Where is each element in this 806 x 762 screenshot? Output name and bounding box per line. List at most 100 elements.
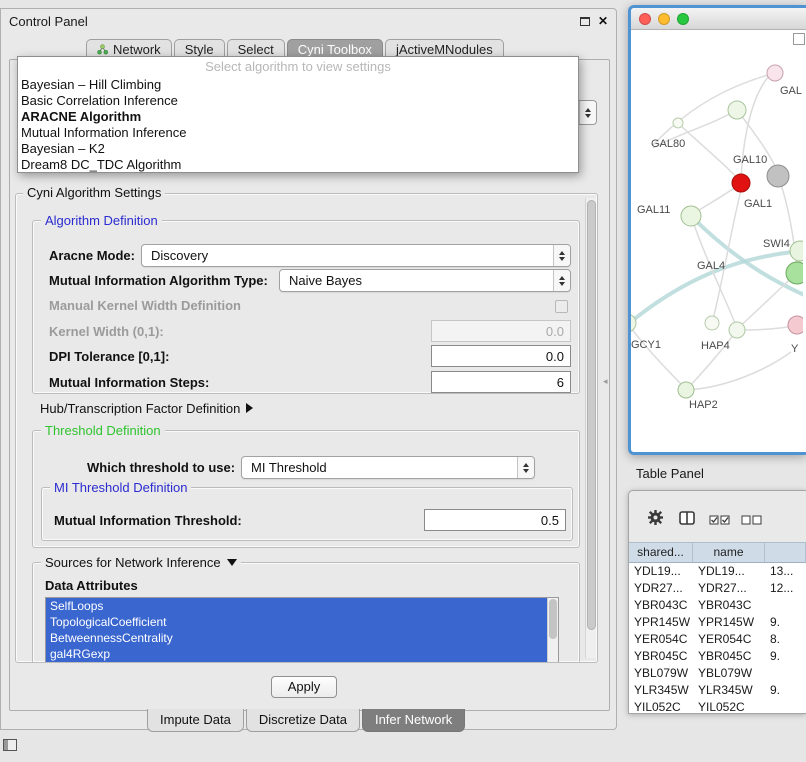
table-row[interactable]: YLR345WYLR345W9. [629,682,806,699]
attribute-list-item[interactable]: gal4RGexp [46,646,547,662]
table-panel-title: Table Panel [636,466,704,481]
bottom-tab-bar: Impute DataDiscretize DataInfer Network [147,709,467,732]
network-node[interactable] [786,262,803,284]
tab-discretize-data[interactable]: Discretize Data [246,709,360,732]
which-threshold-value: MI Threshold [251,460,327,475]
network-node[interactable] [767,65,783,81]
network-node[interactable] [790,241,803,261]
table-cell [765,699,806,714]
combo-stepper-icon [553,245,570,266]
mi-threshold-definition-title: MI Threshold Definition [50,480,191,495]
settings-group-title: Cyni Algorithm Settings [23,185,165,200]
mi-algorithm-type-value: Naive Bayes [289,273,362,288]
attribute-list-item[interactable]: BetweennessCentrality [46,630,547,646]
column-header-shared[interactable]: shared... [629,543,693,562]
hub-factor-section-toggle[interactable]: Hub/Transcription Factor Definition [40,401,253,416]
table-cell [765,665,806,682]
table-row[interactable]: YPR145WYPR145W9. [629,614,806,631]
network-node-label: GAL4 [697,260,725,272]
network-window-titlebar[interactable] [631,8,806,30]
network-view-window: GALGAL80GAL10GAL11GAL1SWI4GAL4GCY1HAP4YH… [628,5,806,455]
control-panel-titlebar[interactable]: Control Panel ✕ [1,9,616,33]
dropdown-item[interactable]: ARACNE Algorithm [18,109,578,125]
kernel-width-label: Kernel Width (0,1): [49,324,164,339]
network-canvas[interactable]: GALGAL80GAL10GAL11GAL1SWI4GAL4GCY1HAP4YH… [631,30,806,452]
network-node-label: GCY1 [631,339,661,351]
kernel-width-field[interactable]: 0.0 [431,320,571,342]
column-chooser-icon[interactable] [679,511,695,528]
dock-panel-icon[interactable] [3,739,17,751]
network-node[interactable] [681,206,701,226]
dropdown-item[interactable]: Mutual Information Inference [18,125,578,141]
data-attributes-label: Data Attributes [45,578,138,593]
overview-toggle-icon[interactable] [793,33,805,45]
mi-threshold-field[interactable]: 0.5 [424,509,566,531]
column-header-extra[interactable] [765,543,806,562]
aracne-mode-label: Aracne Mode: [49,248,135,263]
dropdown-item[interactable]: Bayesian – K2 [18,141,578,157]
network-node[interactable] [673,118,683,128]
attribute-list-item[interactable]: TopologicalCoefficient [46,614,547,630]
table-row[interactable]: YBR043CYBR043C [629,597,806,614]
settings-gear-icon[interactable] [647,509,664,529]
table-row[interactable]: YDL19...YDL19...13... [629,563,806,580]
table-cell: YDR27... [629,580,693,597]
table-header[interactable]: shared... name [629,542,806,563]
mac-close-icon[interactable] [639,13,651,25]
network-node[interactable] [732,174,750,192]
column-header-name[interactable]: name [693,543,765,562]
network-node[interactable] [678,382,694,398]
data-attributes-list[interactable]: SelfLoopsTopologicalCoefficientBetweenne… [45,597,559,663]
network-node[interactable] [705,316,719,330]
table-row[interactable]: YBR045CYBR045C9. [629,648,806,665]
settings-scrollbar[interactable] [585,198,596,658]
aracne-mode-select[interactable]: Discovery [141,244,571,267]
tab-infer-network[interactable]: Infer Network [362,709,465,732]
network-node-label: GAL [780,85,802,97]
attribute-rows: SelfLoopsTopologicalCoefficientBetweenne… [46,598,558,662]
list-scrollbar-thumb[interactable] [549,599,557,639]
apply-button[interactable]: Apply [271,676,337,698]
dropdown-item[interactable]: Dream8 DC_TDC Algorithm [18,157,578,173]
threshold-definition-group: Threshold Definition Which threshold to … [32,430,580,548]
mi-algorithm-type-label: Mutual Information Algorithm Type: [49,273,268,288]
table-cell: YER054C [629,631,693,648]
network-node[interactable] [788,316,803,334]
table-cell: 8. [765,631,806,648]
algorithm-dropdown-popup: Select algorithm to view settings Bayesi… [17,56,579,173]
network-node-label: HAP4 [701,340,730,352]
sources-title-text: Sources for Network Inference [45,555,221,570]
mac-zoom-icon[interactable] [677,13,689,25]
network-node[interactable] [729,322,745,338]
mi-steps-field[interactable]: 6 [431,371,571,393]
which-threshold-select[interactable]: MI Threshold [241,456,535,479]
table-cell: 12... [765,580,806,597]
table-row[interactable]: YIL052CYIL052C [629,699,806,714]
table-row[interactable]: YER054CYER054C8. [629,631,806,648]
network-node[interactable] [728,101,746,119]
dropdown-item[interactable]: Bayesian – Hill Climbing [18,77,578,93]
table-row[interactable]: YDR27...YDR27...12... [629,580,806,597]
mi-steps-label: Mutual Information Steps: [49,375,209,390]
network-node[interactable] [767,165,789,187]
mac-minimize-icon[interactable] [658,13,670,25]
float-window-icon[interactable] [580,17,590,26]
table-cell: 9. [765,682,806,699]
dpi-tolerance-field[interactable]: 0.0 [431,345,571,367]
close-icon[interactable]: ✕ [598,16,608,26]
settings-scrollbar-thumb[interactable] [587,200,596,630]
network-node-label: GAL1 [744,198,772,210]
attribute-list-item[interactable]: SelfLoops [46,598,547,614]
mi-algorithm-type-select[interactable]: Naive Bayes [279,269,571,292]
unchecked-columns-icon[interactable] [741,513,763,528]
table-cell: YLR345W [629,682,693,699]
checked-columns-icon[interactable] [709,513,731,528]
list-scrollbar[interactable] [547,598,558,663]
mi-threshold-label: Mutual Information Threshold: [54,513,242,528]
sources-group-title[interactable]: Sources for Network Inference [41,555,241,570]
manual-kernel-width-checkbox[interactable] [555,300,568,313]
tab-impute-data[interactable]: Impute Data [147,709,244,732]
split-pane-handle[interactable]: ◂ [603,375,612,387]
table-row[interactable]: YBL079WYBL079W [629,665,806,682]
dropdown-item[interactable]: Basic Correlation Inference [18,93,578,109]
